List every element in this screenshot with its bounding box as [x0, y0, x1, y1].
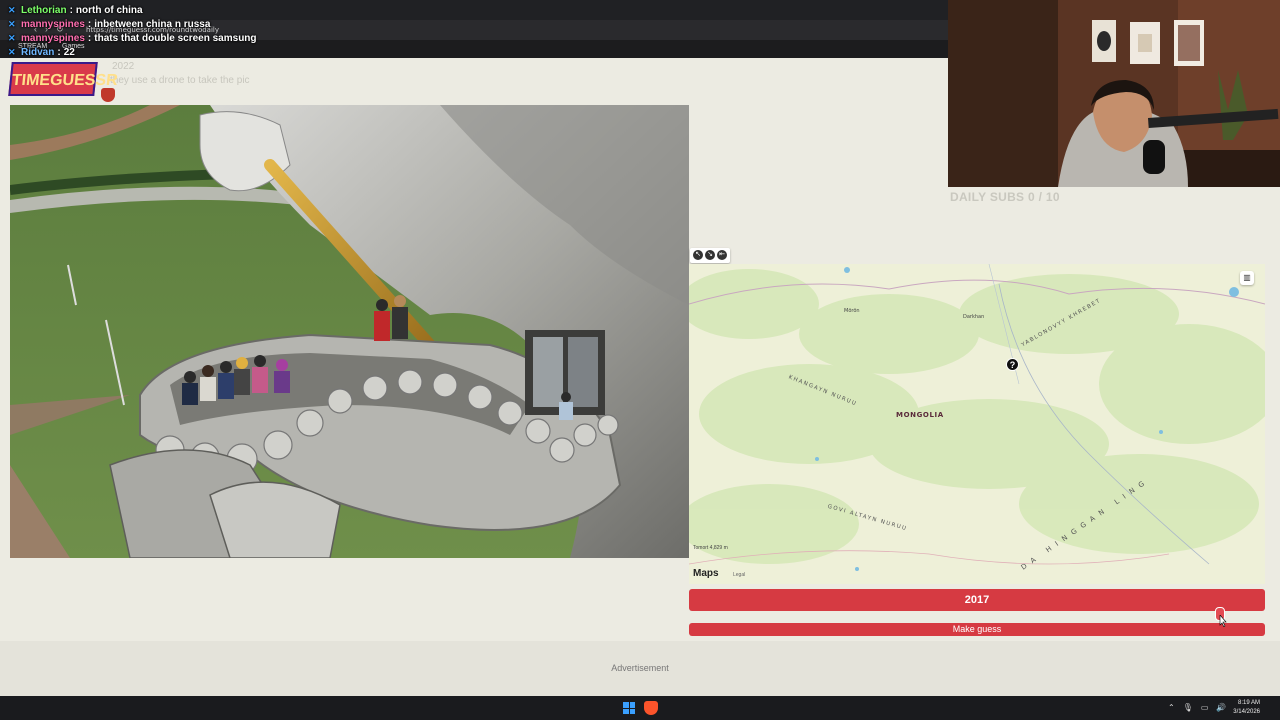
timeguessr-logo: TIMEGUESSR — [8, 62, 119, 96]
chat-username: Ridvan — [21, 46, 55, 58]
taskbar-clock[interactable]: 8:19 AM 3/14/2026 — [1228, 699, 1260, 717]
advertisement-label: Advertisement — [611, 663, 669, 673]
stream-chat: ✕ Lethorian: north of china ✕ mannyspine… — [8, 3, 257, 59]
sub-badge-icon: ✕ — [8, 19, 16, 29]
faded-chat-text: 2022 — [112, 61, 135, 72]
map-pin-icon[interactable]: ? — [1006, 358, 1019, 371]
map-terrain — [689, 264, 1265, 584]
chat-text: inbetween china n russa — [94, 18, 211, 30]
guess-map[interactable] — [689, 264, 1265, 584]
chat-username: Lethorian — [21, 4, 67, 16]
year-slider[interactable]: 2017 — [689, 589, 1265, 611]
map-legal-link[interactable]: Legal — [733, 572, 745, 578]
make-guess-button[interactable]: Make guess — [689, 623, 1265, 636]
shield-icon — [101, 88, 115, 102]
volume-icon[interactable]: 🔊 — [1216, 703, 1226, 712]
mouse-cursor-icon — [1219, 615, 1227, 627]
chat-message: ✕ Ridvan: 22 — [8, 46, 75, 58]
chat-message: ✕ mannyspines: thats that double screen … — [8, 32, 257, 44]
map-country-label: MONGOLIA — [896, 411, 944, 419]
sub-badge-icon: ✕ — [8, 33, 16, 43]
map-layers-icon[interactable]: ▥ — [1240, 271, 1254, 285]
sub-badge-icon: ✕ — [8, 5, 16, 15]
map-city-label: Mörön — [844, 308, 860, 314]
map-city-label: Darkhan — [963, 314, 985, 320]
chat-text: 22 — [63, 46, 75, 58]
shrink-map-icon[interactable]: ↘ — [705, 250, 715, 260]
expand-map-icon[interactable]: ↖ — [693, 250, 703, 260]
chat-message: ✕ mannyspines: inbetween china n russa — [8, 18, 211, 30]
chat-message: ✕ Lethorian: north of china — [8, 4, 143, 16]
round-photo — [10, 105, 689, 558]
map-scale: Tomort 4,829 m — [693, 545, 728, 551]
daily-subs-counter: DAILY SUBS 0 / 10 — [950, 190, 1060, 204]
chat-text: thats that double screen samsung — [94, 32, 257, 44]
clock-date: 3/14/2026 — [1233, 709, 1260, 715]
clock-time: 8:19 AM — [1237, 700, 1260, 706]
windows-taskbar — [0, 696, 1280, 720]
apple-maps-logo: Maps — [693, 568, 719, 579]
chat-text: north of china — [75, 4, 143, 16]
sub-badge-icon: ✕ — [8, 47, 16, 57]
pin-map-icon[interactable]: ⇤ — [717, 250, 727, 260]
microphone-icon[interactable]: 🎙 — [1183, 703, 1193, 712]
map-toolbar: ↖ ↘ ⇤ — [690, 248, 730, 263]
brave-browser-icon[interactable] — [644, 701, 658, 715]
chevron-up-icon[interactable]: ⌃ — [1168, 703, 1175, 712]
chat-username: mannyspines — [21, 32, 85, 44]
streamer-webcam — [948, 0, 1280, 187]
chat-username: mannyspines — [21, 18, 85, 30]
faded-chat-text: they use a drone to take the pic — [110, 75, 250, 86]
webcam-illustration — [948, 0, 1280, 187]
windows-start-icon[interactable] — [623, 702, 635, 714]
statue-photo-illustration — [10, 105, 689, 558]
system-tray: ⌃ 🎙 ▭ 🔊 — [1168, 703, 1226, 712]
network-icon[interactable]: ▭ — [1201, 703, 1209, 712]
